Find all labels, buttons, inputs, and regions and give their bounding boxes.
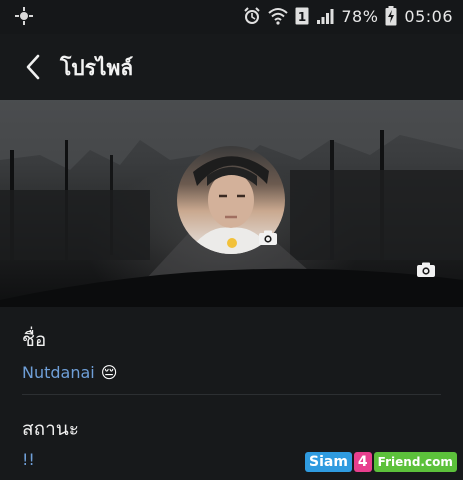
battery-charging-icon (385, 6, 397, 26)
battery-percent: 78% (341, 6, 379, 26)
name-emoji: 😔 (100, 363, 118, 382)
watermark-part2: 4 (353, 452, 372, 472)
alarm-icon (244, 7, 261, 24)
avatar-camera-icon[interactable] (258, 230, 278, 246)
status-right: 1 78% 05:06 (243, 5, 453, 27)
app-bar: โปรไพล์ (0, 34, 463, 100)
status-value: !! (22, 450, 35, 469)
status-field[interactable]: สถานะ !! (22, 414, 79, 469)
signal-icon (317, 9, 334, 24)
name-field[interactable]: ชื่อ Nutdanai 😔 (22, 325, 117, 382)
status-bar: 1 78% 05:06 (0, 0, 463, 34)
cover-camera-icon[interactable] (416, 262, 436, 278)
name-value: Nutdanai (22, 363, 95, 382)
chevron-left-icon[interactable] (20, 51, 48, 83)
watermark-part3: Friend.com (373, 452, 457, 472)
divider (22, 394, 441, 395)
svg-text:1: 1 (298, 10, 306, 24)
notification-icon (15, 7, 33, 25)
page-title: โปรไพล์ (60, 56, 134, 80)
sim-icon: 1 (295, 7, 309, 25)
name-label: ชื่อ (22, 329, 47, 351)
name-row: Nutdanai 😔 (22, 363, 117, 382)
clock: 05:06 (404, 6, 453, 26)
wifi-icon (268, 8, 288, 25)
watermark-part1: Siam (305, 452, 352, 472)
watermark-logo: Siam 4 Friend.com (305, 450, 457, 474)
status-label: สถานะ (22, 418, 79, 440)
